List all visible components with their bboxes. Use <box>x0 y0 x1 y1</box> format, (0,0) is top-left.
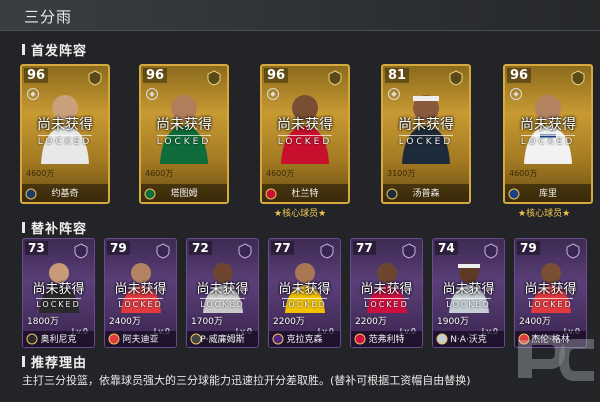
bench-card[interactable]: 73 尚未获得 LOCKED 1800万 Lv.0 奥利尼克 <box>22 238 95 348</box>
locked-label: LOCKED <box>364 297 409 309</box>
core-player-tag: ★核心球员★ <box>274 209 327 219</box>
unobtained-label: 尚未获得 <box>398 116 454 133</box>
name-bar: 汤普森 <box>383 184 469 202</box>
locked-label: LOCKED <box>118 297 163 309</box>
name-bar: 塔图姆 <box>141 184 227 202</box>
player-salary: 1700万 <box>191 317 223 327</box>
name-bar: 范弗利特 <box>351 331 422 347</box>
unobtained-label: 尚未获得 <box>360 281 413 297</box>
locked-label: LOCKED <box>200 297 245 309</box>
reason-text: 主打三分投篮，依靠球员强大的三分球能力迅速拉开分差取胜。(替补可根据工资帽自由替… <box>22 374 471 387</box>
name-bar: 克拉克森 <box>269 331 340 347</box>
unobtained-label: 尚未获得 <box>524 281 577 297</box>
player-name: 阿夫迪亚 <box>122 335 159 345</box>
locked-label: LOCKED <box>446 297 491 309</box>
starter-card[interactable]: 96 ◆ 尚未获得 LOCKED 4600万 约基奇 <box>20 64 110 204</box>
player-name: 汤普森 <box>412 189 440 199</box>
starter-card[interactable]: 81 ◆ 尚未获得 LOCKED 3100万 汤普森 <box>381 64 471 204</box>
player-salary: 2400万 <box>519 317 551 327</box>
locked-overlay: 尚未获得 LOCKED <box>141 66 227 202</box>
bench-card[interactable]: 79 尚未获得 LOCKED 2400万 Lv.0 阿夫迪亚 <box>104 238 177 348</box>
player-salary: 4600万 <box>26 169 55 178</box>
name-bar: 约基奇 <box>22 184 108 202</box>
player-name: 约基奇 <box>51 189 79 199</box>
player-name: 范弗利特 <box>368 335 405 345</box>
bench-card[interactable]: 77 尚未获得 LOCKED 2200万 Lv.0 范弗利特 <box>350 238 423 348</box>
player-salary: 1800万 <box>27 317 59 327</box>
locked-label: LOCKED <box>282 297 327 309</box>
player-salary: 4600万 <box>145 169 174 178</box>
unobtained-label: 尚未获得 <box>278 281 331 297</box>
starter-card[interactable]: 96 ◆ 尚未获得 LOCKED 4600万 库里 <box>503 64 593 204</box>
unobtained-label: 尚未获得 <box>37 116 93 133</box>
locked-label: LOCKED <box>277 134 333 147</box>
locked-overlay: 尚未获得 LOCKED <box>262 66 348 202</box>
locked-label: LOCKED <box>398 134 454 147</box>
unobtained-label: 尚未获得 <box>277 116 333 133</box>
player-salary: 2200万 <box>273 317 305 327</box>
unobtained-label: 尚未获得 <box>196 281 249 297</box>
player-name: 杜兰特 <box>291 189 319 199</box>
name-bar: 库里 <box>505 184 591 202</box>
unobtained-label: 尚未获得 <box>156 116 212 133</box>
locked-label: LOCKED <box>36 297 81 309</box>
locked-overlay: 尚未获得 LOCKED <box>505 66 591 202</box>
section-title-bench: 替补阵容 <box>21 218 87 237</box>
unobtained-label: 尚未获得 <box>32 281 85 297</box>
unobtained-label: 尚未获得 <box>114 281 167 297</box>
player-salary: 3100万 <box>387 169 416 178</box>
name-bar: P·威廉姆斯 <box>187 331 258 347</box>
player-name: P·威廉姆斯 <box>200 335 245 345</box>
player-salary: 4600万 <box>509 169 538 178</box>
bench-card[interactable]: 72 尚未获得 LOCKED 1700万 Lv.0 P·威廉姆斯 <box>186 238 259 348</box>
locked-label: LOCKED <box>156 134 212 147</box>
title-bar: 三分雨 <box>0 0 600 31</box>
player-salary: 1900万 <box>437 317 469 327</box>
player-name: 塔图姆 <box>170 189 198 199</box>
starter-card[interactable]: 96 ◆ 尚未获得 LOCKED 4600万 塔图姆 <box>139 64 229 204</box>
name-bar: 杜兰特 <box>262 184 348 202</box>
unobtained-label: 尚未获得 <box>442 281 495 297</box>
bench-card[interactable]: 77 尚未获得 LOCKED 2200万 Lv.0 克拉克森 <box>268 238 341 348</box>
locked-overlay: 尚未获得 LOCKED <box>383 66 469 202</box>
name-bar: 奥利尼克 <box>23 331 94 347</box>
player-salary: 4600万 <box>266 169 295 178</box>
player-salary: 2200万 <box>355 317 387 327</box>
locked-label: LOCKED <box>528 297 573 309</box>
player-name: 库里 <box>538 189 557 199</box>
name-bar: 阿夫迪亚 <box>105 331 176 347</box>
locked-overlay: 尚未获得 LOCKED <box>22 66 108 202</box>
player-name: 奥利尼克 <box>40 335 77 345</box>
site-watermark-logo <box>518 335 594 381</box>
starter-card[interactable]: 96 ◆ 尚未获得 LOCKED 4600万 杜兰特 <box>260 64 350 204</box>
page-title: 三分雨 <box>24 8 73 26</box>
locked-label: LOCKED <box>37 134 93 147</box>
core-player-tag: ★核心球员★ <box>518 209 571 219</box>
section-title-reason: 推荐理由 <box>21 352 87 371</box>
section-title-starting: 首发阵容 <box>21 40 87 59</box>
player-name: 克拉克森 <box>286 335 323 345</box>
locked-label: LOCKED <box>520 134 576 147</box>
player-salary: 2400万 <box>109 317 141 327</box>
unobtained-label: 尚未获得 <box>520 116 576 133</box>
